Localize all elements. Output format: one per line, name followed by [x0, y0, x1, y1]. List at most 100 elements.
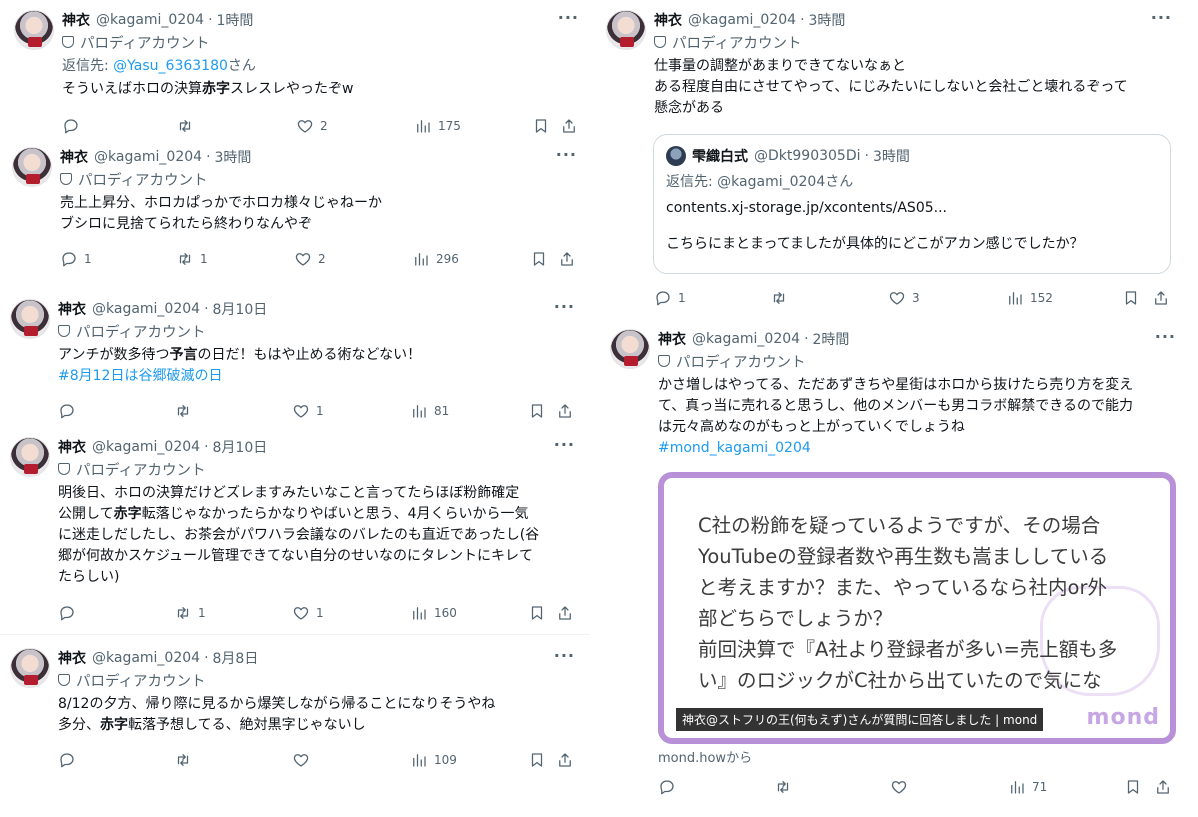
tweet-time[interactable]: 8月10日 — [213, 299, 268, 319]
tweet-2[interactable]: 神衣 @kagami_0204 · 3時間 ··· パロディアカウント 売上上昇… — [12, 145, 577, 272]
quote-author-handle[interactable]: @Dkt990305Di — [754, 148, 861, 164]
avatar[interactable] — [12, 147, 52, 187]
bookmark-button[interactable] — [528, 750, 546, 770]
share-button[interactable] — [556, 603, 574, 623]
retweet-button[interactable]: 1 — [176, 249, 208, 269]
author-handle[interactable]: @kagami_0204 — [692, 331, 800, 347]
tweet-time[interactable]: 3時間 — [215, 147, 252, 167]
share-button[interactable] — [556, 750, 574, 770]
tweet-6[interactable]: 神衣 @kagami_0204 · 3時間 ··· パロディアカウント 仕事量の… — [606, 8, 1172, 310]
more-icon[interactable]: ··· — [554, 297, 575, 316]
like-button[interactable] — [890, 777, 914, 797]
tweet-3[interactable]: 神衣 @kagami_0204 · 8月10日 ··· パロディアカウント アン… — [10, 297, 575, 424]
like-button[interactable]: 1 — [292, 603, 324, 623]
reply-button[interactable] — [58, 750, 82, 770]
quote-avatar[interactable] — [666, 146, 686, 166]
retweet-button[interactable] — [176, 116, 200, 136]
retweet-button[interactable] — [774, 777, 798, 797]
retweet-button[interactable] — [174, 750, 198, 770]
tweet-1[interactable]: 神衣 @kagami_0204 · 1時間 ··· パロディアカウント 返信先:… — [14, 8, 579, 138]
like-button[interactable]: 2 — [294, 249, 326, 269]
share-button[interactable] — [556, 401, 574, 421]
reply-button[interactable]: 1 — [60, 249, 92, 269]
tweet-time[interactable]: 1時間 — [217, 10, 254, 30]
tweet-time[interactable]: 8月10日 — [213, 437, 268, 457]
bookmark-icon — [1122, 289, 1140, 307]
reply-button[interactable] — [58, 401, 82, 421]
like-button[interactable]: 3 — [888, 288, 920, 308]
like-button[interactable]: 1 — [292, 401, 324, 421]
author-handle[interactable]: @kagami_0204 — [96, 12, 204, 28]
quoted-tweet[interactable]: 雫織白式 @Dkt990305Di · 3時間 返信先: @kagami_020… — [653, 134, 1171, 274]
views-button[interactable]: 296 — [412, 249, 459, 269]
bookmark-button[interactable] — [528, 603, 546, 623]
reply-button[interactable] — [62, 116, 86, 136]
avatar[interactable] — [14, 10, 54, 50]
author-handle[interactable]: @kagami_0204 — [92, 439, 200, 455]
share-button[interactable] — [560, 116, 578, 136]
source-link[interactable]: mond.howから — [658, 747, 752, 766]
more-icon[interactable]: ··· — [1151, 8, 1172, 27]
reply-button[interactable]: 1 — [654, 288, 686, 308]
views-icon — [412, 250, 430, 268]
views-button[interactable]: 160 — [410, 603, 457, 623]
share-button[interactable] — [1152, 288, 1170, 308]
author-name[interactable]: 神衣 — [58, 299, 86, 319]
tweet-4[interactable]: 神衣 @kagami_0204 · 8月10日 ··· パロディアカウント 明後… — [10, 435, 575, 625]
tweet-time[interactable]: 8月8日 — [213, 648, 259, 668]
more-icon[interactable]: ··· — [556, 145, 577, 164]
more-icon[interactable]: ··· — [558, 8, 579, 27]
bookmark-button[interactable] — [532, 116, 550, 136]
bookmark-icon — [528, 402, 546, 420]
author-name[interactable]: 神衣 — [62, 10, 90, 30]
author-name[interactable]: 神衣 — [58, 437, 86, 457]
views-button[interactable]: 71 — [1008, 777, 1047, 797]
bookmark-button[interactable] — [528, 401, 546, 421]
author-name[interactable]: 神衣 — [654, 10, 682, 30]
tweet-time[interactable]: 3時間 — [809, 10, 846, 30]
author-handle[interactable]: @kagami_0204 — [94, 149, 202, 165]
quote-text: こちらにまとまってましたが具体的にどこがアカン感じでしたか？ — [666, 236, 1084, 252]
views-button[interactable]: 152 — [1006, 288, 1053, 308]
more-icon[interactable]: ··· — [554, 646, 575, 665]
tweet-time[interactable]: 2時間 — [813, 329, 850, 349]
author-name[interactable]: 神衣 — [658, 329, 686, 349]
share-icon — [1154, 778, 1172, 796]
quote-url[interactable]: contents.xj-storage.jp/xcontents/AS05... — [666, 195, 1158, 221]
avatar[interactable] — [606, 10, 646, 50]
hashtag-link[interactable]: #8月12日は谷郷破滅の日 — [58, 366, 575, 387]
quote-author-name[interactable]: 雫織白式 — [692, 146, 748, 166]
author-name[interactable]: 神衣 — [58, 648, 86, 668]
like-button[interactable] — [292, 750, 316, 770]
like-button[interactable]: 2 — [296, 116, 328, 136]
avatar[interactable] — [10, 437, 50, 477]
author-name[interactable]: 神衣 — [60, 147, 88, 167]
avatar[interactable] — [10, 648, 50, 688]
like-icon — [888, 289, 906, 307]
bookmark-button[interactable] — [1124, 777, 1142, 797]
tweet-5[interactable]: 神衣 @kagami_0204 · 8月8日 ··· パロディアカウント 8/1… — [10, 646, 575, 773]
bookmark-button[interactable] — [1122, 288, 1140, 308]
bookmark-button[interactable] — [530, 249, 548, 269]
author-handle[interactable]: @kagami_0204 — [92, 650, 200, 666]
more-icon[interactable]: ··· — [554, 435, 575, 454]
retweet-button[interactable]: 1 — [174, 603, 206, 623]
more-icon[interactable]: ··· — [1155, 327, 1176, 346]
author-handle[interactable]: @kagami_0204 — [688, 12, 796, 28]
share-button[interactable] — [558, 249, 576, 269]
avatar[interactable] — [610, 329, 650, 369]
mond-card-image[interactable]: C社の粉飾を疑っているようですが、その場合 YouTubeの登録者数や再生数も嵩… — [658, 472, 1176, 744]
author-handle[interactable]: @kagami_0204 — [92, 301, 200, 317]
views-button[interactable]: 81 — [410, 401, 449, 421]
tweet-7[interactable]: 神衣 @kagami_0204 · 2時間 ··· パロディアカウント かさ増し… — [610, 327, 1176, 803]
hashtag-link[interactable]: #mond_kagami_0204 — [658, 438, 1176, 459]
reply-handle-link[interactable]: @Yasu_6363180 — [113, 58, 228, 74]
views-button[interactable]: 175 — [414, 116, 461, 136]
views-button[interactable]: 109 — [410, 750, 457, 770]
share-button[interactable] — [1154, 777, 1172, 797]
retweet-button[interactable] — [770, 288, 794, 308]
avatar[interactable] — [10, 299, 50, 339]
reply-button[interactable] — [58, 603, 82, 623]
reply-button[interactable] — [658, 777, 682, 797]
retweet-button[interactable] — [174, 401, 198, 421]
